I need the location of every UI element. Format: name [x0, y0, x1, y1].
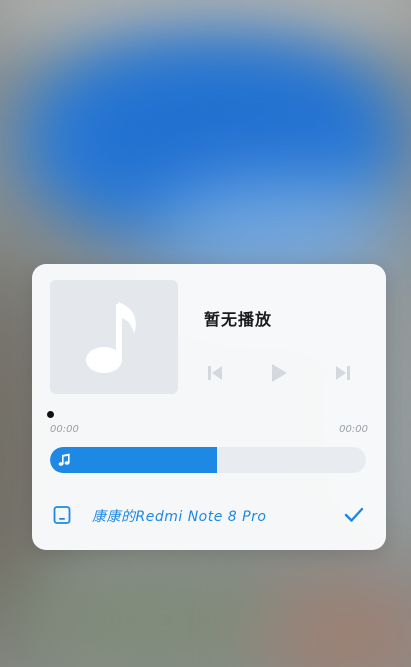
volume-slider[interactable] — [50, 447, 366, 473]
track-title: 暂无播放 — [204, 310, 273, 329]
seek-handle[interactable] — [47, 411, 54, 418]
time-total: 00:00 — [339, 424, 368, 435]
volume-slider-fill — [50, 447, 217, 473]
output-device-row[interactable]: 康康的Redmi Note 8 Pro — [50, 500, 366, 530]
checkmark-icon — [344, 507, 364, 522]
play-icon — [272, 364, 287, 382]
album-art — [50, 280, 178, 394]
media-control-card: 暂无播放 00:00 00:00 康康的Redmi Note 8 Pro — [32, 264, 386, 550]
music-note-icon — [86, 302, 136, 373]
next-button[interactable] — [332, 362, 354, 384]
phone-icon — [53, 506, 71, 524]
previous-button[interactable] — [204, 362, 226, 384]
device-name: 康康的Redmi Note 8 Pro — [92, 509, 267, 525]
play-button[interactable] — [268, 362, 290, 384]
skip-next-icon — [336, 366, 350, 380]
music-note-icon — [58, 453, 70, 466]
time-elapsed: 00:00 — [50, 424, 79, 435]
skip-previous-icon — [208, 366, 222, 380]
